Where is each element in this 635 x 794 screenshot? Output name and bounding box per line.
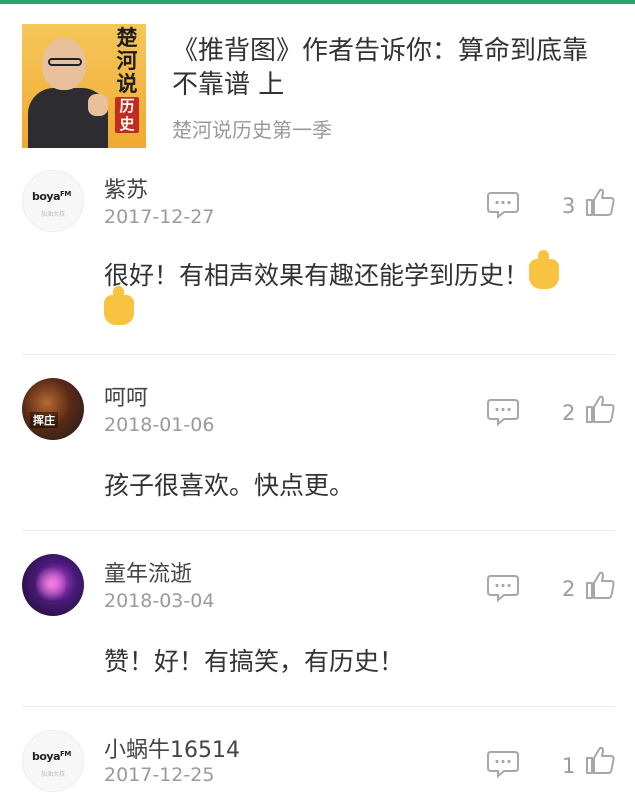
avatar[interactable]: 挥庄: [22, 378, 84, 440]
glasses-icon: [48, 58, 82, 66]
comment-username[interactable]: 呵呵: [104, 380, 148, 412]
thumbs-up-emoji-icon: [104, 286, 134, 325]
thumbs-up-outline-icon[interactable]: [584, 393, 616, 425]
thumbs-up-outline-icon[interactable]: [584, 569, 616, 601]
comment-text: 赞！好！有搞笑，有历史！: [104, 647, 405, 676]
speech-bubble-icon[interactable]: [486, 191, 520, 219]
speech-bubble-icon[interactable]: [486, 750, 520, 778]
thumbs-up-outline-icon[interactable]: [584, 186, 616, 218]
comment-item: 挥庄 呵呵 2018-01-06 2 孩子很喜欢。快点更。: [0, 376, 635, 526]
speech-bubble-icon[interactable]: [486, 398, 520, 426]
like-count: 2: [562, 577, 576, 601]
avatar[interactable]: boyaFM 加油大叔: [22, 170, 84, 232]
comment-username[interactable]: 童年流逝: [104, 556, 192, 588]
album-name-link[interactable]: 楚河说历史第一季: [172, 114, 332, 143]
album-cover-image[interactable]: 楚 河 说 历史: [22, 24, 146, 148]
comment-date: 2017-12-27: [104, 206, 215, 228]
comment-date: 2018-03-04: [104, 590, 215, 612]
comment-text: 孩子很喜欢。快点更。: [104, 471, 355, 500]
boya-fm-logo: boyaFM: [32, 750, 71, 763]
cover-seal: 历史: [115, 97, 139, 133]
comment-date: 2018-01-06: [104, 414, 215, 436]
comment-username[interactable]: 小蜗牛16514: [104, 732, 240, 764]
avatar[interactable]: [22, 554, 84, 616]
divider: [22, 706, 614, 707]
thumbs-up-emoji-icon: [529, 250, 560, 289]
divider: [22, 530, 614, 531]
episode-header[interactable]: 楚 河 说 历史 《推背图》作者告诉你：算命到底靠不靠谱 上 楚河说历史第一季: [0, 4, 635, 154]
episode-title: 《推背图》作者告诉你：算命到底靠不靠谱 上: [172, 36, 589, 100]
comment-username[interactable]: 紫苏: [104, 172, 148, 204]
boya-fm-logo: boyaFM: [32, 190, 71, 203]
thumbs-up-outline-icon[interactable]: [584, 744, 616, 776]
comment-text: 很好！有相声效果有趣还能学到历史！: [104, 250, 614, 330]
comment-item: boyaFM 加油大叔 小蜗牛16514 2017-12-25 1: [0, 728, 635, 794]
like-count: 3: [562, 194, 576, 218]
speech-bubble-icon[interactable]: [486, 574, 520, 602]
divider: [22, 354, 614, 355]
like-count: 1: [562, 754, 576, 778]
comment-item: 童年流逝 2018-03-04 2 赞！好！有搞笑，有历史！: [0, 552, 635, 702]
cover-title: 楚 河 说 历史: [115, 25, 139, 133]
comment-item: boyaFM 加油大叔 紫苏 2017-12-27 3 很好！有相声效果有趣还能…: [0, 168, 635, 356]
avatar[interactable]: boyaFM 加油大叔: [22, 730, 84, 792]
like-count: 2: [562, 401, 576, 425]
comment-date: 2017-12-25: [104, 764, 215, 786]
